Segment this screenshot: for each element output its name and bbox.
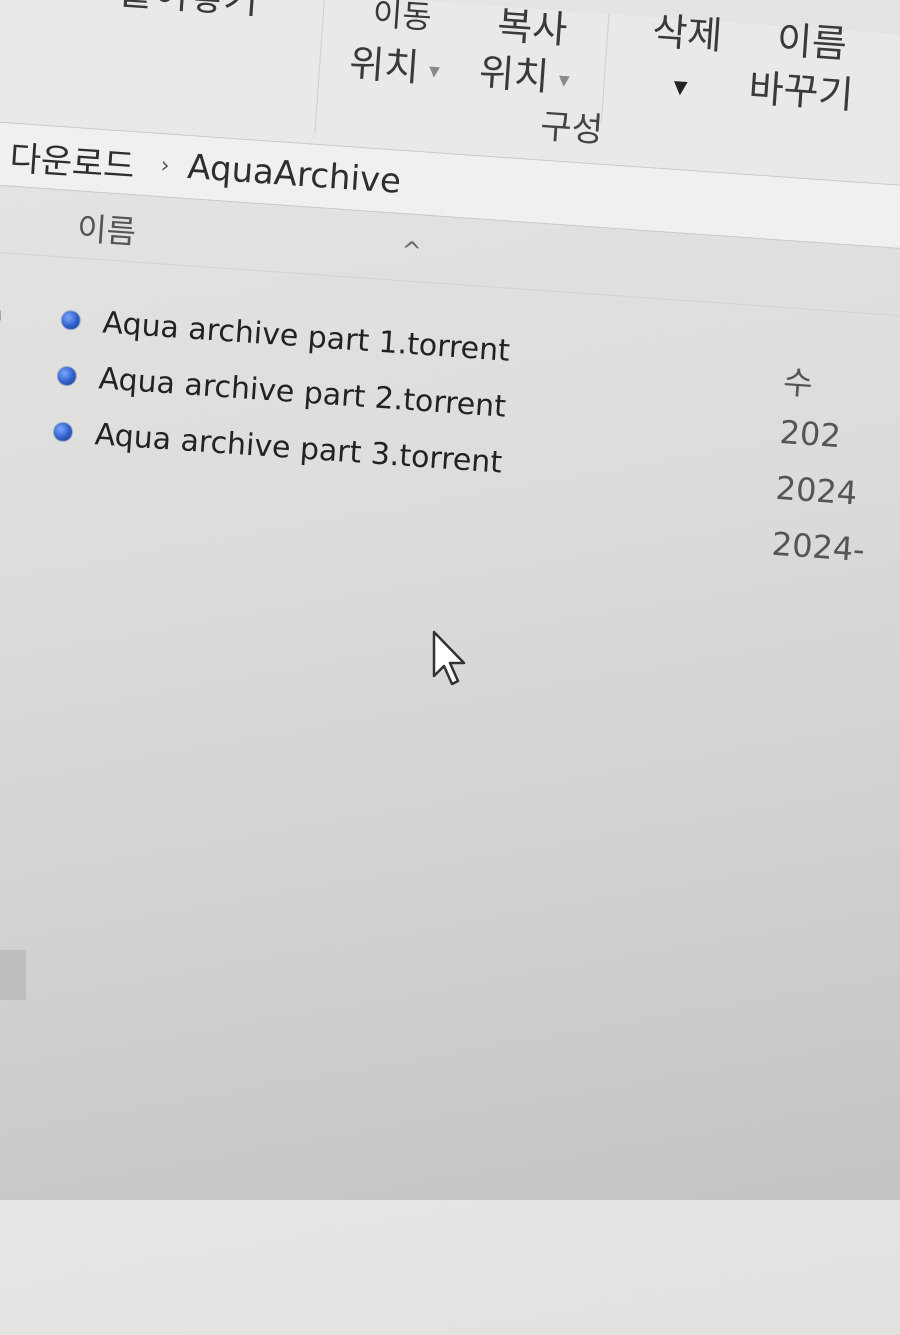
rename-button-top[interactable]: 이름 (776, 18, 849, 67)
file-date: 202 (778, 412, 842, 456)
move-to-button[interactable]: 위치 ▼ (347, 41, 441, 90)
column-header-name[interactable]: 이름 (76, 203, 138, 253)
breadcrumb-chevron-icon: › (159, 152, 171, 179)
move-to-button-top[interactable]: 이동 (372, 0, 433, 37)
delete-dropdown-icon[interactable]: ▼ (673, 77, 688, 99)
copy-to-button-top[interactable]: 복사 (496, 3, 569, 52)
date-column: 수 202 2024 2024- (769, 357, 877, 587)
scroll-edge (0, 950, 26, 1000)
rename-button-bottom[interactable]: 바꾸기 (747, 66, 855, 117)
file-date: 2024 (774, 468, 859, 513)
chevron-down-icon: ▼ (558, 72, 570, 89)
chevron-down-icon: ▼ (428, 63, 441, 80)
copy-to-label: 위치 (477, 50, 551, 99)
breadcrumb-downloads[interactable]: 다운로드 (8, 130, 136, 188)
file-list: Aqua archive part 1.torrent Aqua archive… (51, 292, 512, 491)
pin-icon[interactable]: ✎ (0, 303, 11, 358)
file-date: 2024- (770, 524, 866, 570)
torrent-file-icon (56, 365, 78, 387)
ribbon-separator (314, 0, 326, 134)
mouse-pointer-icon (432, 630, 466, 686)
breadcrumb-aquaarchive[interactable]: AquaArchive (186, 147, 402, 202)
torrent-file-icon (52, 421, 74, 443)
pin-icon[interactable]: ✎ (0, 419, 3, 474)
column-header-date[interactable]: 수 (781, 357, 878, 419)
ribbon-separator (600, 13, 610, 124)
ribbon-group-label: 구성 (539, 106, 605, 151)
sort-ascending-icon: ^ (400, 236, 423, 266)
delete-button[interactable]: 삭제 (651, 9, 724, 58)
copy-to-button[interactable]: 위치 ▼ (477, 50, 571, 99)
paste-button[interactable]: 붙여넣기 (117, 0, 260, 22)
torrent-file-icon (60, 309, 82, 331)
move-to-label: 위치 (347, 41, 421, 90)
pin-icon[interactable]: ✎ (0, 361, 7, 416)
